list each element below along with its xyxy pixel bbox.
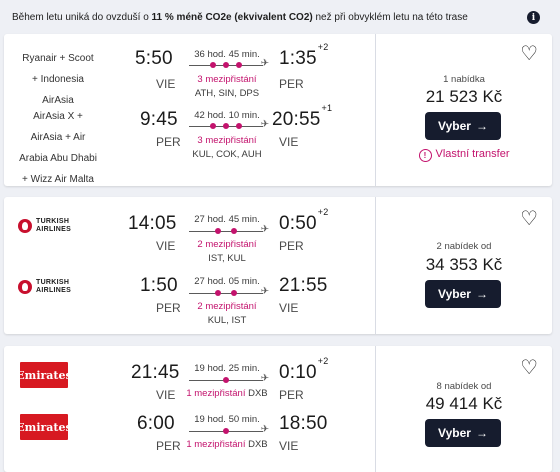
select-button-label: Vyber (438, 287, 471, 301)
arrival-time: 0:50+2 (279, 207, 328, 235)
offer-count: 2 nabídek od (436, 241, 492, 252)
arrival-time-value: 21:55 (279, 275, 328, 296)
stops-count: 1 mezipřistání DXB (172, 439, 282, 450)
emirates-logo: Emirates (16, 414, 72, 440)
arrival-time: 21:55 (279, 275, 329, 297)
info-icon[interactable]: i (527, 11, 540, 24)
offer-count: 1 nabídka (443, 74, 485, 85)
banner-prefix: Během letu uniká do ovzduší o (12, 11, 152, 23)
stops-count: 2 mezipřistání (197, 301, 257, 312)
price: 49 414 Kč (425, 394, 503, 413)
arrow-right-icon: → (475, 287, 488, 301)
stops-count: 3 mezipřistání (197, 135, 257, 146)
arrival-time-value: 0:50 (279, 213, 317, 234)
offer-count: 8 nabídek od (436, 381, 492, 392)
arrow-right-icon: → (475, 426, 488, 440)
plane-icon: ✈ (260, 119, 269, 130)
select-button[interactable]: Vyber → (425, 419, 501, 447)
arrival-time-value: 0:10 (279, 362, 317, 383)
card-divider (375, 34, 376, 186)
airline-name-line: Ryanair + Scoot (22, 53, 94, 64)
day-offset: +2 (317, 41, 329, 52)
day-offset: +1 (321, 102, 333, 113)
banner-suffix: než při obvyklém letu na této trase (312, 11, 468, 23)
co2-banner: Během letu uniká do ovzduší o 11 % méně … (0, 0, 560, 34)
airline-name-line: + Wizz Air Malta (22, 174, 94, 185)
arrival-airport: VIE (279, 301, 299, 315)
airline-name-line: Arabia Abu Dhabi (19, 153, 97, 164)
arrow-right-icon: → (475, 119, 488, 133)
airline-name-line: AirAsia X + (33, 111, 83, 122)
arrival-airport: PER (279, 77, 304, 91)
select-button-label: Vyber (438, 119, 471, 133)
warning-icon: ! (418, 149, 432, 162)
route-line: ✈ (189, 373, 269, 384)
stopover-airports: DXB (248, 439, 268, 450)
arrival-airport: VIE (279, 135, 299, 149)
arrival-time-value: 1:35 (279, 48, 317, 69)
route-line: ✈ (189, 286, 269, 297)
arrival-time: 20:55+1 (272, 103, 332, 131)
self-transfer-warning[interactable]: ! Vlastní transfer (376, 148, 552, 162)
airline-names: AirAsia X + AirAsia + Air Arabia Abu Dha… (8, 106, 108, 190)
price: 34 353 Kč (425, 255, 503, 274)
turkish-airlines-logo: TURKISH AIRLINES (18, 277, 78, 297)
heart-icon[interactable]: ♡ (520, 358, 538, 378)
stops-count: 2 mezipřistání (197, 239, 257, 250)
select-button[interactable]: Vyber → (425, 280, 501, 308)
departure-time: 6:00 (137, 413, 175, 434)
stopover-airports: IST, KUL (208, 253, 246, 264)
banner-highlight: 11 % méně CO2e (ekvivalent CO2) (151, 11, 313, 23)
price: 21 523 Kč (425, 87, 503, 106)
arrival-airport: PER (279, 388, 304, 402)
flight-card[interactable]: TURKISH AIRLINES 14:05 VIE 27 hod. 45 min… (4, 197, 552, 334)
departure-time: 14:05 (128, 213, 177, 234)
heart-icon[interactable]: ♡ (520, 44, 538, 64)
emirates-logo: Emirates (16, 362, 72, 388)
route-line: ✈ (189, 119, 269, 130)
plane-icon: ✈ (260, 286, 269, 297)
arrival-airport: PER (279, 239, 304, 253)
heart-icon[interactable]: ♡ (520, 209, 538, 229)
select-button[interactable]: Vyber → (425, 112, 501, 140)
route-line: ✈ (189, 58, 269, 69)
arrival-time: 0:10+2 (279, 356, 328, 384)
stops-label: 1 mezipřistání (186, 388, 246, 399)
stops-count: 3 mezipřistání (197, 74, 257, 85)
airline-name-line: + Indonesia (32, 74, 84, 85)
turkish-airlines-logo: TURKISH AIRLINES (18, 216, 78, 236)
arrival-time-value: 18:50 (279, 413, 328, 434)
select-button-label: Vyber (438, 426, 471, 440)
self-transfer-label: Vlastní transfer (435, 148, 510, 160)
arrival-airport: VIE (279, 439, 299, 453)
stopover-airports: DXB (248, 388, 268, 399)
stopover-airports: ATH, SIN, DPS (194, 88, 260, 99)
stops-count: 1 mezipřistání DXB (172, 388, 282, 399)
plane-icon: ✈ (260, 424, 269, 435)
plane-icon: ✈ (260, 224, 269, 235)
day-offset: +2 (317, 206, 329, 217)
plane-icon: ✈ (260, 373, 269, 384)
stopover-airports: KUL, IST (207, 315, 247, 326)
plane-icon: ✈ (260, 58, 269, 69)
co2-banner-text: Během letu uniká do ovzduší o 11 % méně … (12, 12, 468, 23)
stopover-airports: KUL, COK, AUH (192, 149, 262, 160)
flight-card[interactable]: Ryanair + Scoot + Indonesia AirAsia 5:50… (4, 34, 552, 186)
day-offset: +2 (317, 355, 329, 366)
airline-names: Ryanair + Scoot + Indonesia AirAsia (8, 48, 108, 111)
departure-time: 5:50 (135, 48, 173, 69)
arrival-time-value: 20:55 (272, 109, 321, 130)
flight-card[interactable]: Emirates 21:45 VIE 19 hod. 25 min. ✈ 1 m… (4, 346, 552, 472)
stops-label: 1 mezipřistání (186, 439, 246, 450)
arrival-time: 1:35+2 (279, 42, 328, 70)
route-line: ✈ (189, 424, 269, 435)
route-line: ✈ (189, 224, 269, 235)
airline-name-line: AirAsia + Air (30, 132, 86, 143)
arrival-time: 18:50 (279, 413, 329, 435)
